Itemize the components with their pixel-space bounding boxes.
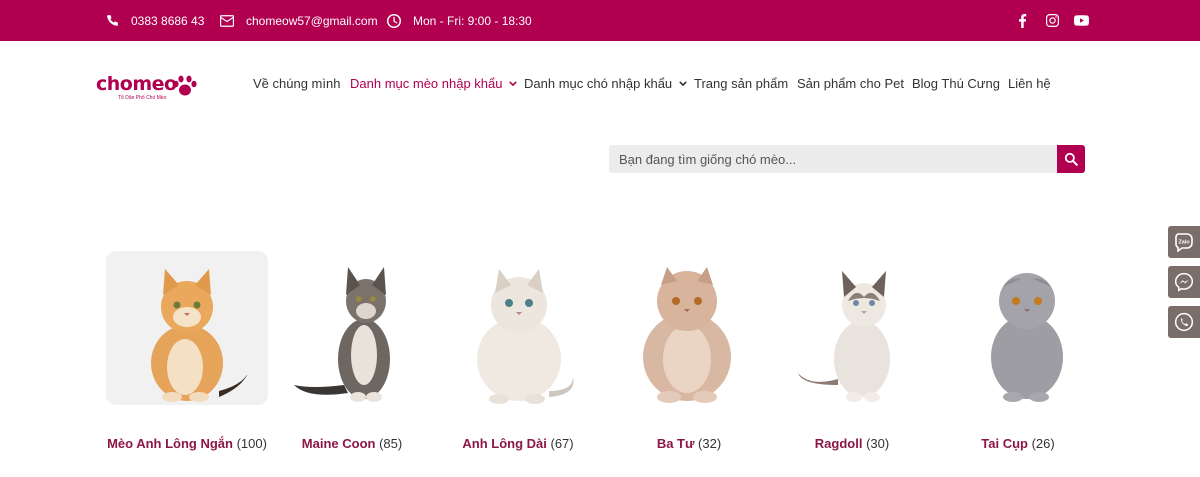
phone-icon [107, 15, 118, 26]
search-input[interactable] [609, 145, 1057, 173]
messenger-icon [1174, 272, 1194, 292]
email-contact[interactable]: chomeow57@gmail.com [220, 0, 378, 41]
envelope-icon [220, 14, 234, 27]
nav-item-blog[interactable]: Blog Thú Cưng [912, 41, 1000, 125]
category-name[interactable]: Anh Lông Dài [462, 436, 547, 451]
phone-contact[interactable]: 0383 8686 43 [106, 0, 204, 41]
nav-label: Danh mục chó nhập khẩu [524, 75, 673, 91]
category-caption[interactable]: Tai Cụp (26) [898, 436, 1138, 451]
opening-hours: Mon - Fri: 9:00 - 18:30 [387, 0, 532, 41]
site-logo[interactable]: chomeo Tổ Dân Phố Chó Mèo [96, 71, 206, 103]
nav-item-products[interactable]: Trang sản phẩm [694, 41, 788, 125]
nav-label: Liên hệ [1008, 75, 1051, 91]
messenger-button[interactable] [1168, 266, 1200, 298]
nav-label: Về chúng mình [253, 75, 341, 91]
cat-image-british-longhair[interactable] [438, 251, 600, 405]
search-button[interactable] [1057, 145, 1085, 173]
chevron-down-icon [679, 80, 687, 86]
youtube-link[interactable] [1074, 0, 1089, 41]
nav-item-pet-products[interactable]: Sản phẩm cho Pet [797, 41, 904, 125]
category-name[interactable]: Maine Coon [302, 436, 376, 451]
youtube-icon [1074, 15, 1089, 26]
cat-image-persian[interactable] [604, 251, 766, 405]
category-count: (30) [866, 436, 890, 451]
paw-icon [173, 75, 197, 96]
instagram-link[interactable] [1046, 0, 1059, 41]
nav-label: Sản phẩm cho Pet [797, 75, 904, 91]
category-count: (26) [1031, 436, 1055, 451]
category-name[interactable]: Ba Tư [657, 436, 695, 451]
cat-image-maine-coon[interactable] [272, 251, 434, 405]
nav-item-contact[interactable]: Liên hệ [1008, 41, 1051, 125]
nav-label: Blog Thú Cưng [912, 75, 1000, 91]
phone-number: 0383 8686 43 [131, 13, 205, 28]
nav-item-cat-categories[interactable]: Danh mục mèo nhập khẩu [350, 41, 518, 125]
cat-image-british-shorthair[interactable] [106, 251, 268, 405]
category-count: (32) [698, 436, 722, 451]
site-header: chomeo Tổ Dân Phố Chó Mèo Về chúng mình … [0, 41, 1200, 131]
call-button[interactable] [1168, 306, 1200, 338]
top-bar: 0383 8686 43 chomeow57@gmail.com Mon - F… [0, 0, 1200, 41]
cat-image-ragdoll[interactable] [770, 251, 932, 405]
nav-label: Trang sản phẩm [694, 75, 789, 91]
category-name[interactable]: Ragdoll [815, 436, 863, 451]
logo-text: chomeo [96, 73, 177, 95]
facebook-link[interactable] [1018, 0, 1027, 41]
zalo-icon: Zalo [1175, 233, 1193, 252]
email-address: chomeow57@gmail.com [246, 13, 378, 28]
logo-tagline: Tổ Dân Phố Chó Mèo [118, 95, 167, 101]
cat-image-scottish-fold[interactable] [936, 251, 1098, 405]
zalo-button[interactable]: Zalo [1168, 226, 1200, 258]
hours-text: Mon - Fri: 9:00 - 18:30 [413, 13, 532, 28]
clock-icon [387, 13, 401, 28]
phone-circle-icon [1174, 312, 1194, 332]
nav-item-about[interactable]: Về chúng mình [253, 41, 340, 125]
category-name[interactable]: Mèo Anh Lông Ngắn [107, 436, 233, 451]
search-icon [1064, 152, 1078, 166]
facebook-icon [1019, 13, 1027, 28]
category-name[interactable]: Tai Cụp [981, 436, 1028, 451]
instagram-icon [1046, 14, 1059, 27]
chevron-down-icon [509, 80, 518, 86]
nav-label: Danh mục mèo nhập khẩu [350, 75, 503, 91]
zalo-label: Zalo [1178, 240, 1190, 246]
nav-item-dog-categories[interactable]: Danh mục chó nhập khẩu [524, 41, 687, 125]
search-bar [609, 145, 1085, 173]
